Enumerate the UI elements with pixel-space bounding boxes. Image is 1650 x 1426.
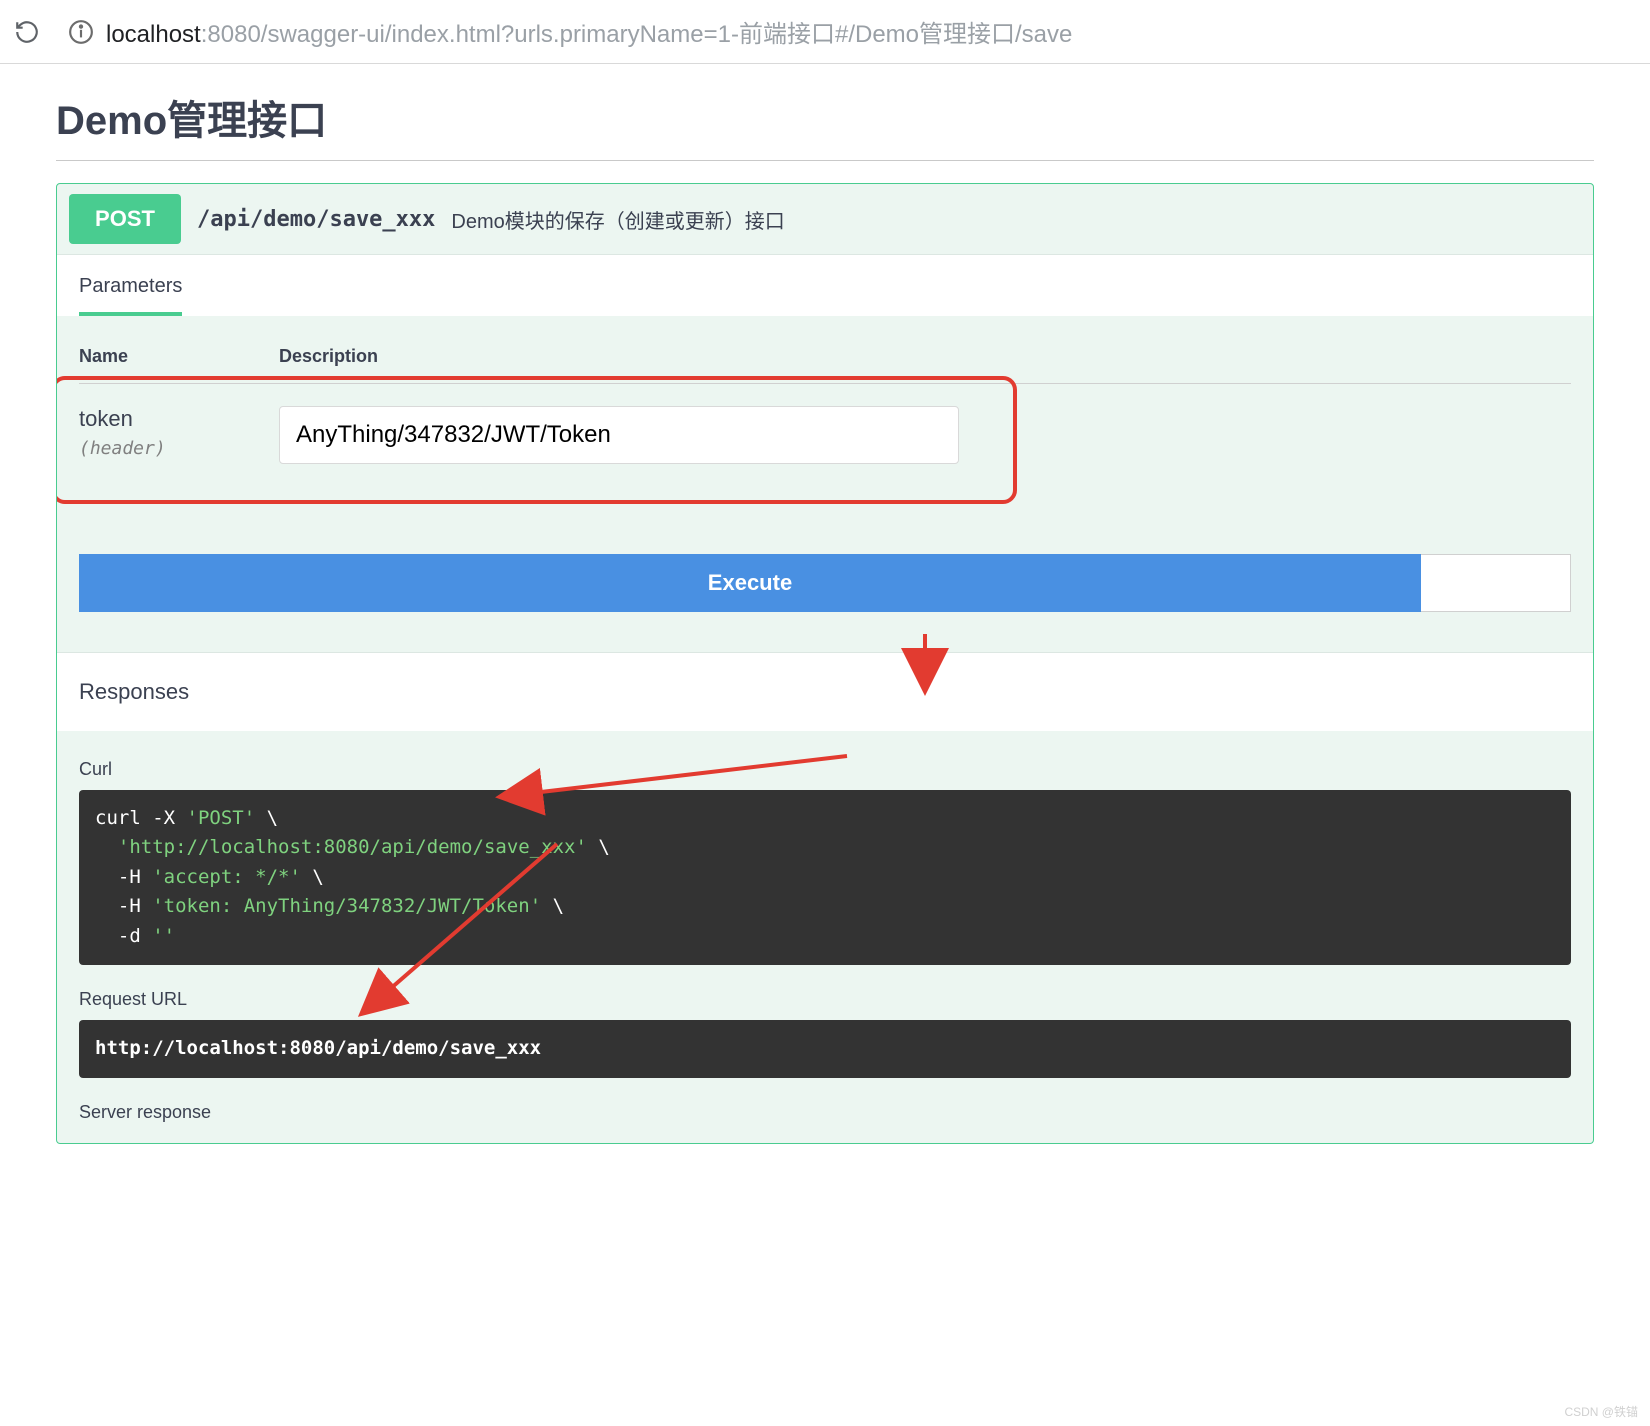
browser-address-bar: localhost:8080/swagger-ui/index.html?url… [0,0,1650,64]
request-url-block[interactable]: http://localhost:8080/api/demo/save_xxx [79,1020,1571,1077]
request-url-value: http://localhost:8080/api/demo/save_xxx [95,1037,541,1059]
curl-label: Curl [79,759,1571,780]
watermark: CSDN @铁锚 [1564,1403,1638,1420]
execute-button[interactable]: Execute [79,554,1421,612]
http-method-badge: POST [69,194,181,244]
reload-icon[interactable] [14,19,40,45]
curl-code-block[interactable]: curl -X 'POST' \ 'http://localhost:8080/… [79,790,1571,965]
request-url-label: Request URL [79,989,1571,1010]
url-port: :8080 [201,21,261,48]
operation-summary-text: Demo模块的保存（创建或更新）接口 [451,205,784,234]
page-title: Demo管理接口 [56,88,1594,161]
operation-block: POST /api/demo/save_xxx Demo模块的保存（创建或更新）… [56,183,1594,1144]
responses-section-header: Responses [57,652,1593,731]
tab-parameters[interactable]: Parameters [79,275,182,316]
param-row-token: token (header) [79,406,1571,464]
url-path: /swagger-ui/index.html?urls.primaryName=… [261,21,1073,48]
param-value-input[interactable] [279,406,959,464]
clear-button[interactable] [1421,554,1571,612]
col-header-name: Name [79,346,259,367]
param-in: (header) [79,438,259,459]
parameters-tabbar: Parameters [57,254,1593,316]
operation-path: /api/demo/save_xxx [197,207,435,232]
param-name: token [79,406,259,432]
info-icon[interactable] [68,19,94,45]
curl-code: curl -X 'POST' \ 'http://localhost:8080/… [95,807,610,947]
url-text[interactable]: localhost:8080/swagger-ui/index.html?url… [106,14,1072,49]
operation-summary[interactable]: POST /api/demo/save_xxx Demo模块的保存（创建或更新）… [57,184,1593,254]
server-response-label: Server response [79,1102,1571,1123]
url-host: localhost [106,21,201,48]
col-header-description: Description [279,346,378,367]
